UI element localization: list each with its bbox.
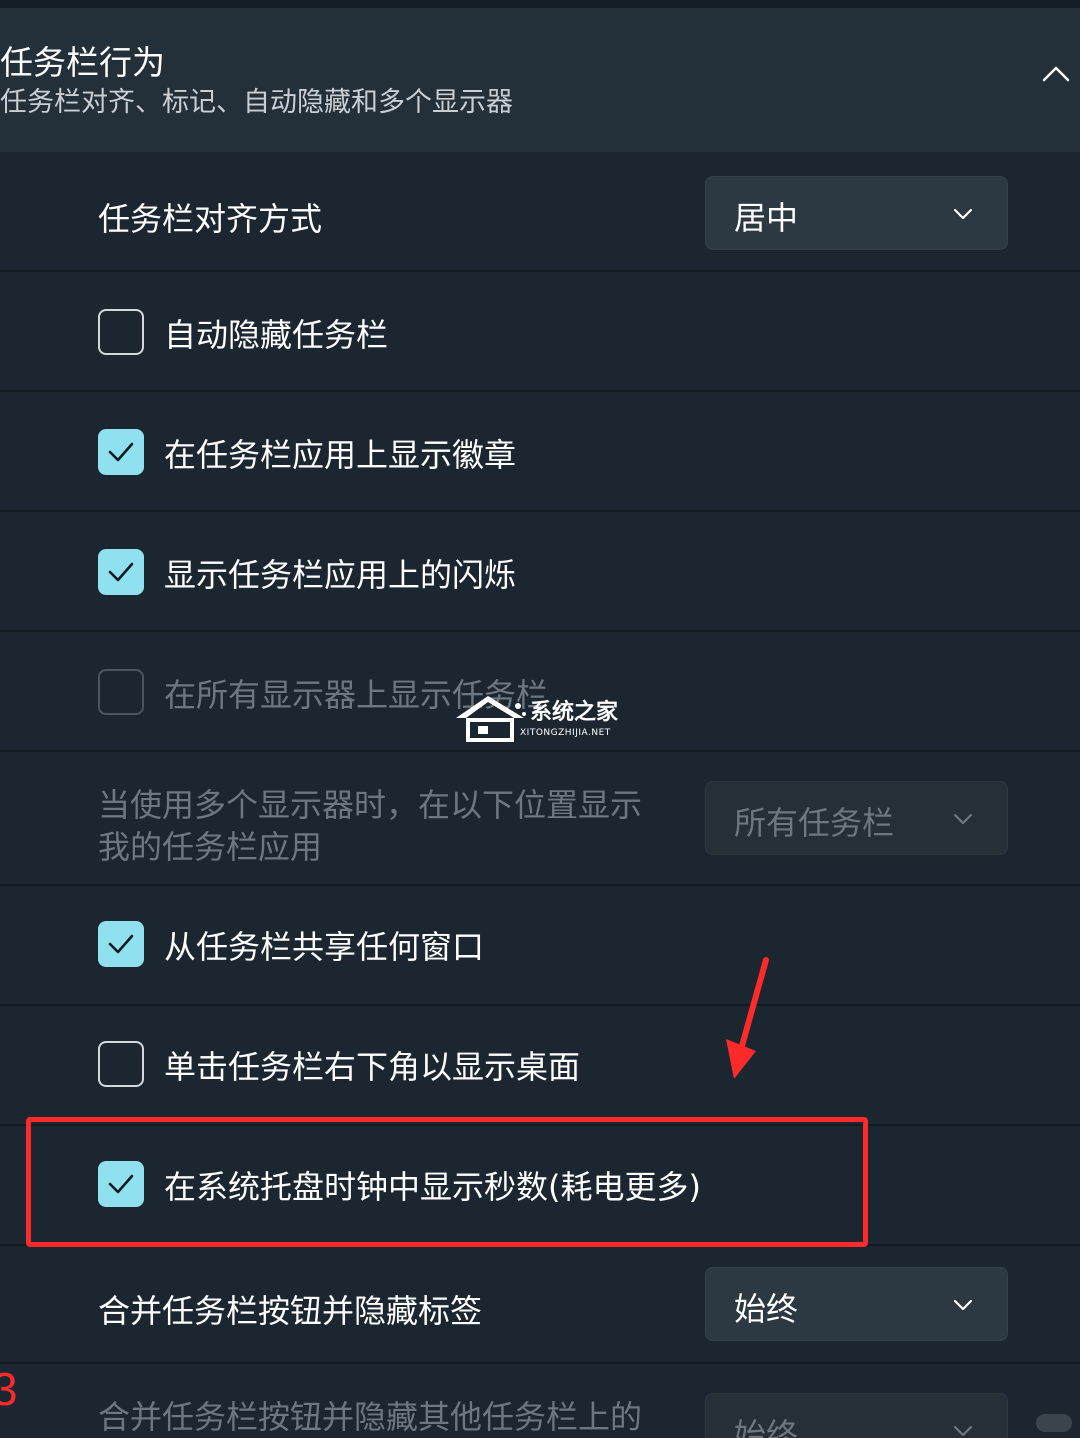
watermark-url: XITONGZHIJIA.NET <box>520 728 611 738</box>
show-desktop-label: 单击任务栏右下角以显示桌面 <box>164 1048 581 1086</box>
combine-buttons-label: 合并任务栏按钮并隐藏标签 <box>98 1292 483 1330</box>
row-auto-hide[interactable]: 自动隐藏任务栏 <box>0 272 1080 392</box>
multi-display-label-line2: 我的任务栏应用 <box>98 828 323 866</box>
chevron-up-icon <box>1042 66 1070 82</box>
alignment-dropdown[interactable]: 居中 <box>705 176 1008 250</box>
multi-display-dropdown-value: 所有任务栏 <box>734 804 895 842</box>
multi-display-label-line1: 当使用多个显示器时，在以下位置显示 <box>98 786 643 824</box>
row-show-desktop[interactable]: 单击任务栏右下角以显示桌面 <box>0 1006 1080 1126</box>
all-displays-checkbox <box>98 669 144 715</box>
checkmark-icon <box>108 934 134 954</box>
combine-buttons-dropdown-value: 始终 <box>734 1290 799 1328</box>
chevron-down-icon <box>953 208 973 220</box>
row-share-window[interactable]: 从任务栏共享任何窗口 <box>0 886 1080 1006</box>
share-window-label: 从任务栏共享任何窗口 <box>164 928 485 966</box>
row-show-badges[interactable]: 在任务栏应用上显示徽章 <box>0 392 1080 512</box>
red-arrow-icon <box>726 957 769 1079</box>
combine-other-dropdown: 始终 <box>705 1393 1008 1438</box>
badges-checkbox[interactable] <box>98 429 144 475</box>
show-desktop-checkbox[interactable] <box>98 1041 144 1087</box>
section-title: 任务栏行为 <box>0 43 165 82</box>
taskbar-behavior-settings: 任务栏行为 任务栏对齐、标记、自动隐藏和多个显示器 任务栏对齐方式 居中 自动隐… <box>0 0 1080 1438</box>
row-combine-other: 合并任务栏按钮并隐藏其他任务栏上的 始终 <box>0 1364 1080 1438</box>
multi-display-dropdown: 所有任务栏 <box>705 781 1008 855</box>
checkmark-icon <box>108 562 134 582</box>
alignment-dropdown-value: 居中 <box>734 199 799 237</box>
chevron-down-icon <box>953 1425 973 1437</box>
section-header-taskbar-behavior[interactable]: 任务栏行为 任务栏对齐、标记、自动隐藏和多个显示器 <box>0 0 1080 152</box>
watermark-logo: 系统之家 XITONGZHIJIA.NET <box>452 690 632 750</box>
chevron-down-icon <box>953 813 973 825</box>
combine-other-dropdown-value: 始终 <box>734 1416 799 1438</box>
badges-label: 在任务栏应用上显示徽章 <box>164 436 517 474</box>
auto-hide-checkbox[interactable] <box>98 309 144 355</box>
share-window-checkbox[interactable] <box>98 921 144 967</box>
chevron-down-icon <box>953 1299 973 1311</box>
watermark-name: 系统之家 <box>530 700 619 725</box>
top-divider <box>0 0 1080 8</box>
corner-badge <box>1036 1414 1072 1432</box>
combine-buttons-dropdown[interactable]: 始终 <box>705 1267 1008 1341</box>
collapse-button[interactable] <box>1036 56 1076 92</box>
highlight-box <box>26 1117 868 1247</box>
row-multi-display: 当使用多个显示器时，在以下位置显示 我的任务栏应用 所有任务栏 <box>0 752 1080 886</box>
house-logo-icon <box>456 696 526 742</box>
step-number: 3 <box>0 1363 18 1415</box>
section-subtitle: 任务栏对齐、标记、自动隐藏和多个显示器 <box>0 87 513 118</box>
flashing-checkbox[interactable] <box>98 549 144 595</box>
row-show-flashing[interactable]: 显示任务栏应用上的闪烁 <box>0 512 1080 632</box>
alignment-label: 任务栏对齐方式 <box>98 200 323 238</box>
flashing-label: 显示任务栏应用上的闪烁 <box>164 556 517 594</box>
auto-hide-label: 自动隐藏任务栏 <box>164 316 389 354</box>
combine-other-label: 合并任务栏按钮并隐藏其他任务栏上的 <box>98 1398 643 1436</box>
row-taskbar-alignment: 任务栏对齐方式 居中 <box>0 152 1080 272</box>
checkmark-icon <box>108 442 134 462</box>
row-combine-buttons: 合并任务栏按钮并隐藏标签 始终 <box>0 1246 1080 1364</box>
